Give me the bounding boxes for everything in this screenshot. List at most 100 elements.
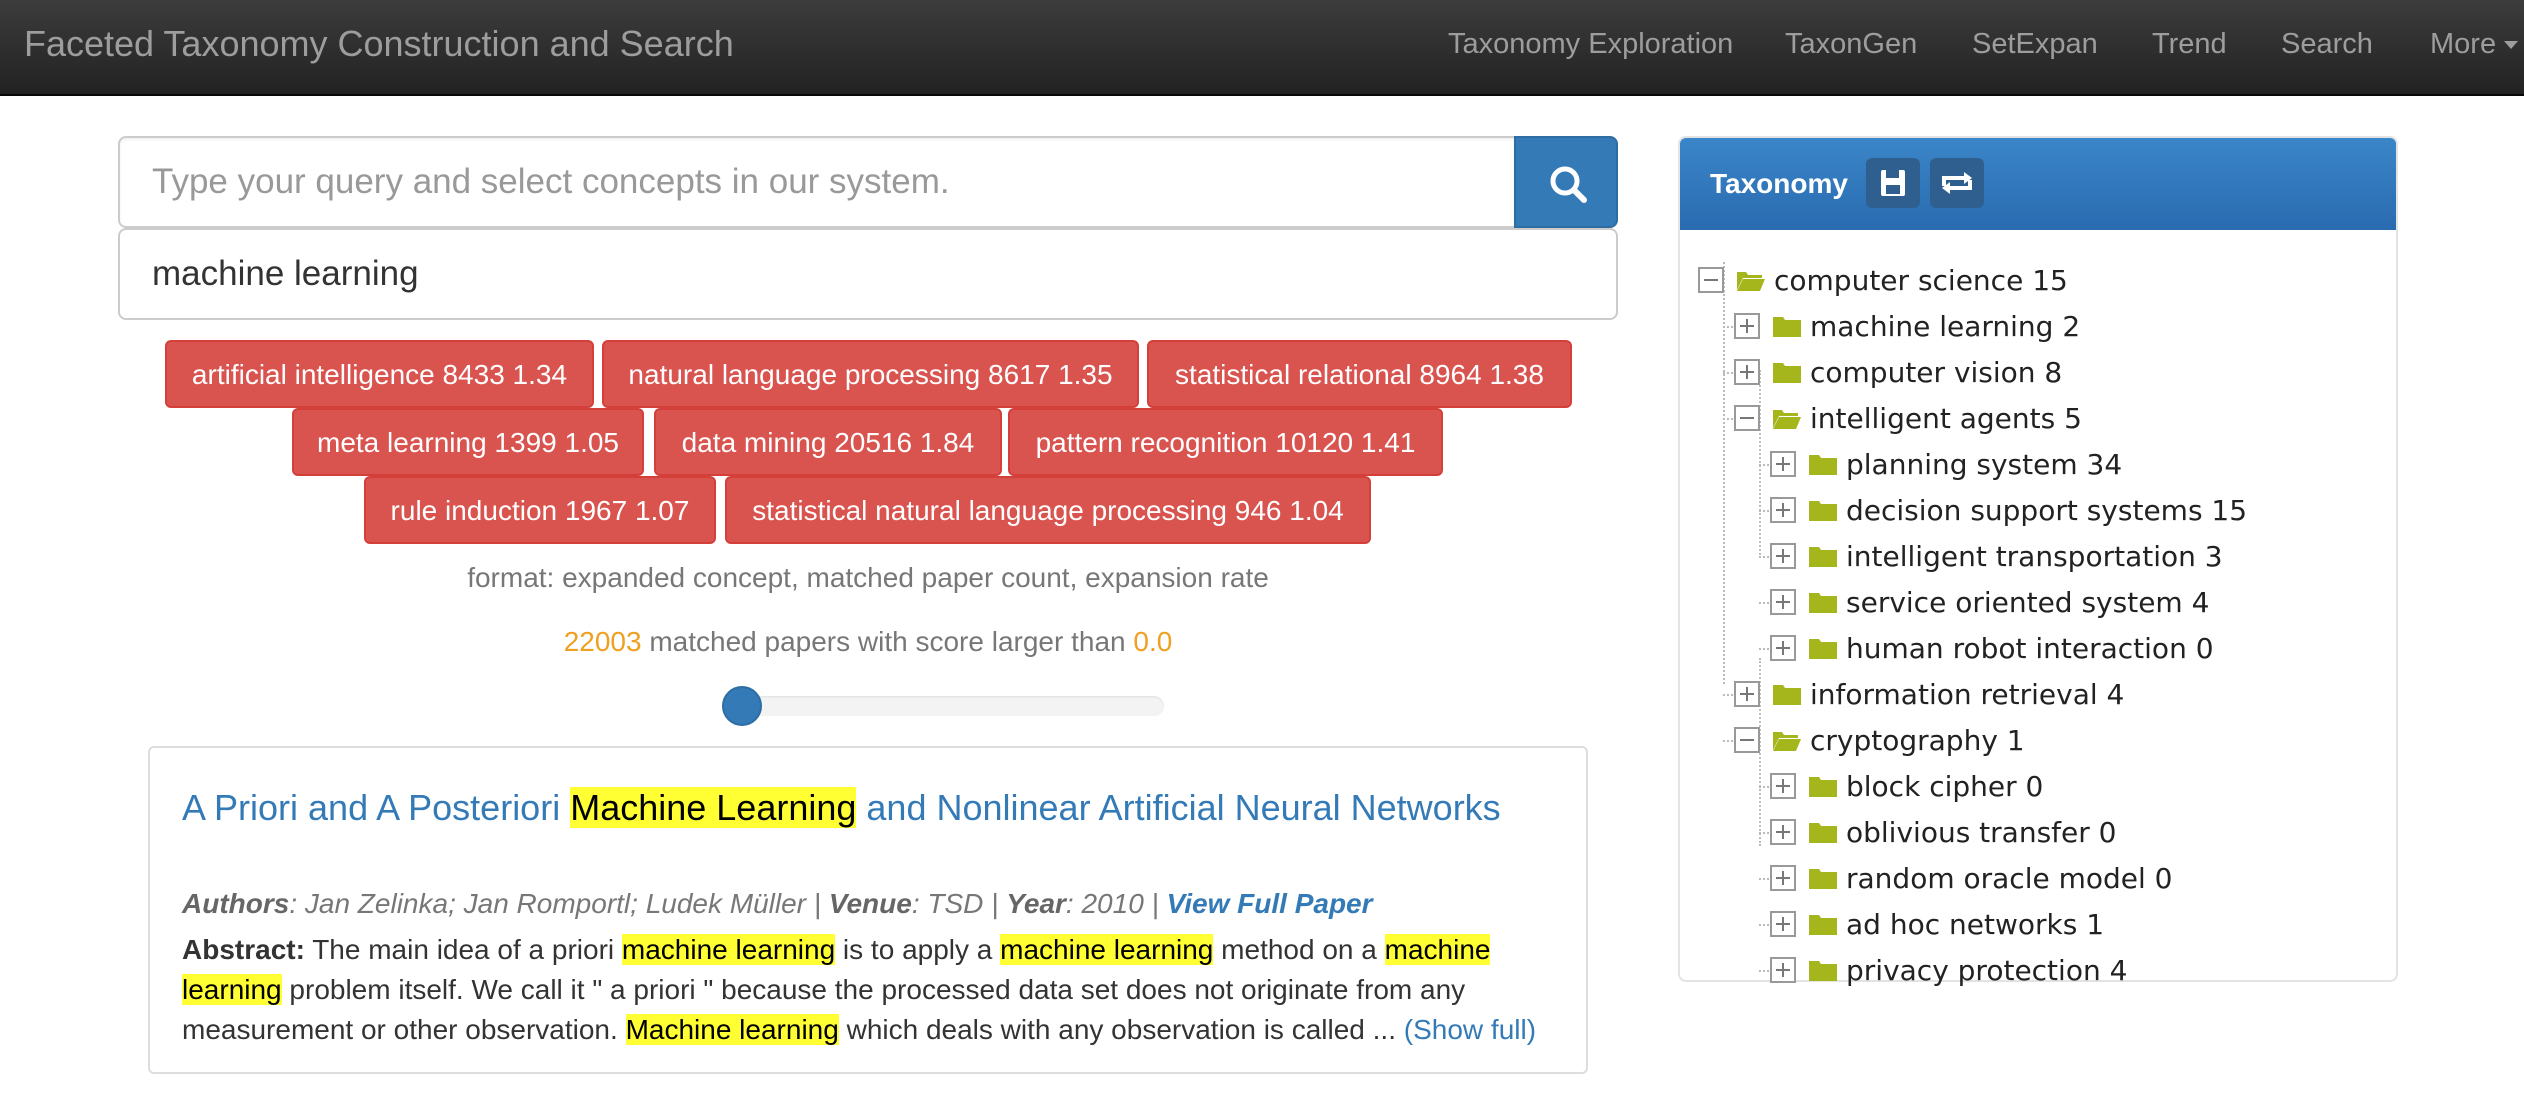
concept-button[interactable]: pattern recognition 10120 1.41 [1008, 408, 1443, 476]
folder-icon [1808, 774, 1838, 798]
expand-toggle-icon[interactable] [1770, 589, 1796, 615]
search-icon [1550, 166, 1587, 203]
expand-toggle-icon[interactable] [1770, 635, 1796, 661]
save-taxonomy-button[interactable] [1866, 158, 1920, 208]
authors-label: Authors [182, 888, 290, 919]
folder-icon [1808, 912, 1838, 936]
nav-trend[interactable]: Trend [2152, 0, 2227, 96]
folder-icon [1808, 636, 1838, 660]
paper-title-text: and Nonlinear Artificial Neural Networks [856, 787, 1501, 828]
folder-icon [1808, 590, 1838, 614]
expand-toggle-icon[interactable] [1770, 957, 1796, 983]
paper-abstract: Abstract: The main idea of a priori mach… [182, 930, 1562, 1050]
concept-button[interactable]: artificial intelligence 8433 1.34 [165, 340, 594, 408]
score-slider-track[interactable] [724, 696, 1164, 716]
tree-node-label[interactable]: intelligent transportation 3 [1846, 537, 2223, 577]
tree-node-label[interactable]: privacy protection 4 [1846, 951, 2127, 991]
nav-search[interactable]: Search [2281, 0, 2373, 96]
concept-button[interactable]: statistical natural language processing … [725, 476, 1371, 544]
expand-toggle-icon[interactable] [1770, 543, 1796, 569]
taxonomy-title: Taxonomy [1710, 168, 1848, 199]
format-note: format: expanded concept, matched paper … [467, 562, 1269, 593]
tree-node-label[interactable]: machine learning 2 [1810, 307, 2080, 347]
concept-button[interactable]: statistical relational 8964 1.38 [1147, 340, 1572, 408]
expand-toggle-icon[interactable] [1770, 819, 1796, 845]
venue-label: Venue [828, 888, 912, 919]
tree-node-label[interactable]: information retrieval 4 [1810, 675, 2124, 715]
tree-node-label[interactable]: computer science 15 [1774, 261, 2068, 301]
paper-meta: Authors: Jan Zelinka; Jan Romportl; Lude… [182, 888, 1373, 920]
query-field[interactable]: machine learning [118, 228, 1618, 320]
nav-setexpan[interactable]: SetExpan [1972, 0, 2098, 96]
expand-toggle-icon[interactable] [1734, 313, 1760, 339]
nav-taxongen[interactable]: TaxonGen [1785, 0, 1917, 96]
save-icon [1881, 170, 1905, 196]
paper-venue: : TSD | [911, 888, 1007, 919]
tree-node-label[interactable]: computer vision 8 [1810, 353, 2062, 393]
tree-node-label[interactable]: cryptography 1 [1810, 721, 2025, 761]
folder-open-icon [1736, 268, 1766, 292]
year-label: Year [1006, 888, 1066, 919]
tree-node-label[interactable]: service oriented system 4 [1846, 583, 2209, 623]
abstract-highlight: Machine learning [625, 1014, 839, 1045]
concept-button[interactable]: natural language processing 8617 1.35 [602, 340, 1139, 408]
tree-node-label[interactable]: human robot interaction 0 [1846, 629, 2214, 669]
folder-icon [1772, 682, 1802, 706]
folder-icon [1808, 544, 1838, 568]
folder-icon [1808, 498, 1838, 522]
expand-toggle-icon[interactable] [1770, 497, 1796, 523]
refresh-icon [1942, 172, 1972, 194]
concept-button[interactable]: rule induction 1967 1.07 [364, 476, 716, 544]
tree-node-label[interactable]: block cipher 0 [1846, 767, 2043, 807]
folder-icon [1772, 314, 1802, 338]
abstract-text: method on a [1213, 934, 1385, 965]
tree-node-label[interactable]: oblivious transfer 0 [1846, 813, 2116, 853]
score-threshold: 0.0 [1133, 626, 1173, 657]
abstract-text: The main idea of a priori [304, 934, 622, 965]
folder-open-icon [1772, 406, 1802, 430]
nav-more-dropdown[interactable]: More [2430, 0, 2519, 96]
paper-year: : 2010 | [1065, 888, 1167, 919]
expand-toggle-icon[interactable] [1734, 681, 1760, 707]
search-button[interactable] [1514, 136, 1618, 228]
search-input-wrapper [118, 136, 1514, 228]
brand-title[interactable]: Faceted Taxonomy Construction and Search [24, 0, 734, 96]
expand-toggle-icon[interactable] [1770, 911, 1796, 937]
tree-node-label[interactable]: planning system 34 [1846, 445, 2122, 485]
abstract-label: Abstract: [182, 934, 305, 965]
score-slider-handle[interactable] [722, 686, 762, 726]
nav-taxonomy-exploration[interactable]: Taxonomy Exploration [1448, 0, 1733, 96]
tree-node-label[interactable]: ad hoc networks 1 [1846, 905, 2104, 945]
search-input[interactable] [120, 138, 1514, 226]
expand-toggle-icon[interactable] [1770, 865, 1796, 891]
abstract-text: is to apply a [835, 934, 1001, 965]
collapse-toggle-icon[interactable] [1734, 405, 1760, 431]
collapse-toggle-icon[interactable] [1734, 727, 1760, 753]
matched-papers-summary: 22003 matched papers with score larger t… [118, 626, 1618, 658]
concept-button[interactable]: data mining 20516 1.84 [654, 408, 1002, 476]
nav-more-label: More [2430, 28, 2497, 60]
tree-node-label[interactable]: random oracle model 0 [1846, 859, 2173, 899]
expand-toggle-icon[interactable] [1770, 773, 1796, 799]
view-full-paper-link[interactable]: View Full Paper [1167, 888, 1373, 919]
paper-result-card: A Priori and A Posteriori Machine Learni… [148, 746, 1588, 1074]
collapse-toggle-icon[interactable] [1698, 267, 1724, 293]
refresh-taxonomy-button[interactable] [1930, 158, 1984, 208]
tree-node-label[interactable]: intelligent agents 5 [1810, 399, 2082, 439]
folder-icon [1808, 820, 1838, 844]
show-full-link[interactable]: (Show full) [1404, 1014, 1536, 1045]
expand-toggle-icon[interactable] [1770, 451, 1796, 477]
expand-toggle-icon[interactable] [1734, 359, 1760, 385]
folder-icon [1808, 452, 1838, 476]
concept-button[interactable]: meta learning 1399 1.05 [292, 408, 644, 476]
abstract-highlight: machine learning [621, 934, 836, 965]
top-navbar: Faceted Taxonomy Construction and Search… [0, 0, 2524, 96]
folder-icon [1808, 958, 1838, 982]
paper-title-text: A Priori and A Posteriori [182, 787, 571, 828]
tree-node-label[interactable]: decision support systems 15 [1846, 491, 2247, 531]
folder-open-icon [1772, 728, 1802, 752]
paper-title-link[interactable]: A Priori and A Posteriori Machine Learni… [182, 787, 1542, 828]
paper-authors: : Jan Zelinka; Jan Romportl; Ludek Mülle… [289, 888, 829, 919]
folder-icon [1808, 866, 1838, 890]
taxonomy-panel: Taxonomy computer science 15 machine lear… [1678, 136, 2398, 987]
